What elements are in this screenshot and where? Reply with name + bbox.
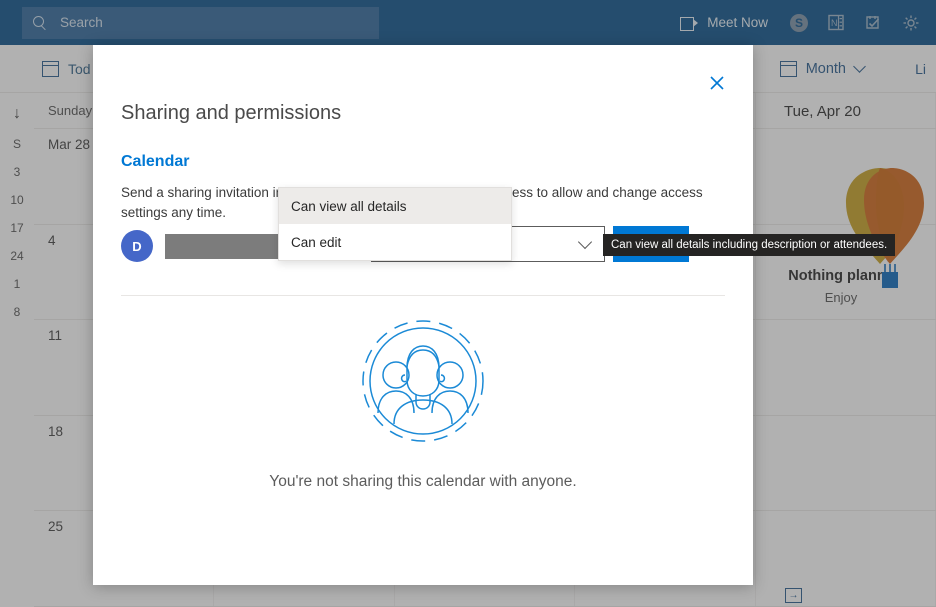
empty-state-text: You're not sharing this calendar with an…	[269, 473, 577, 490]
chevron-down-icon	[577, 234, 593, 249]
close-icon	[710, 76, 724, 90]
permission-tooltip: Can view all details including descripti…	[603, 234, 896, 256]
section-divider	[121, 295, 725, 296]
dialog-title: Sharing and permissions	[121, 102, 342, 124]
avatar: D	[121, 230, 153, 262]
permission-option-view-all[interactable]: Can view all details	[279, 188, 511, 224]
close-button[interactable]	[701, 67, 733, 99]
people-circle-illustration	[362, 320, 484, 442]
permission-options-menu: Can view all details Can edit	[278, 187, 512, 261]
calendar-name-heading: Calendar	[121, 153, 190, 170]
empty-state-illustration	[93, 320, 753, 442]
permission-option-edit[interactable]: Can edit	[279, 224, 511, 260]
sharing-permissions-dialog: Sharing and permissions Calendar Send a …	[93, 45, 753, 585]
